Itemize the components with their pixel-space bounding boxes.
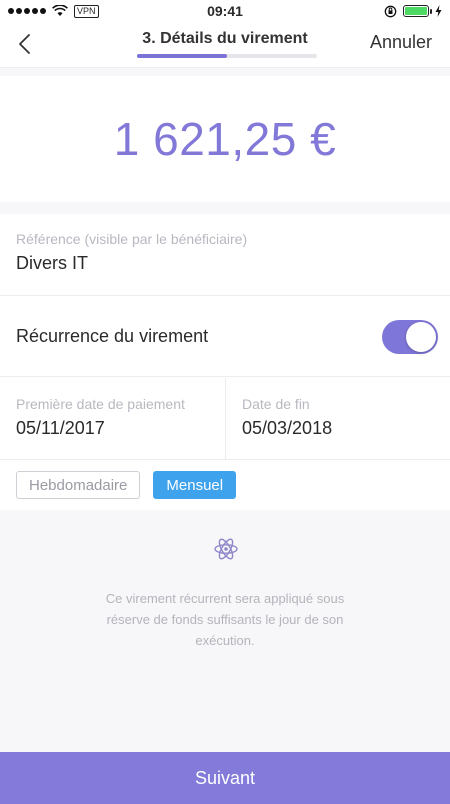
step-progress-bar (137, 54, 317, 58)
amount-card[interactable]: 1 621,25 € (0, 76, 450, 202)
first-payment-date-label: Première date de paiement (16, 396, 185, 412)
dates-row: Première date de paiement 05/11/2017 Dat… (0, 378, 450, 460)
frequency-selector: Hebdomadaire Mensuel (16, 471, 237, 499)
transfer-amount: 1 621,25 € (113, 113, 337, 165)
recurrence-toggle[interactable] (382, 319, 438, 354)
end-date-field[interactable]: Date de fin 05/03/2018 (225, 378, 450, 459)
status-time: 09:41 (207, 3, 243, 19)
reference-field[interactable]: Référence (visible par le bénéficiaire) … (0, 214, 450, 296)
end-date-label: Date de fin (242, 396, 310, 412)
atom-icon (214, 538, 238, 560)
transfer-form: Référence (visible par le bénéficiaire) … (0, 214, 450, 510)
toggle-knob (406, 321, 436, 352)
navigation-bar: 3. Détails du virement Annuler (0, 22, 450, 68)
battery-icon (403, 5, 432, 17)
end-date-value: 05/03/2018 (242, 418, 333, 438)
next-button[interactable]: Suivant (0, 752, 450, 804)
recurrence-label: Récurrence du virement (16, 326, 209, 346)
recurrence-disclaimer: Ce virement récurrent sera appliqué sous… (105, 591, 345, 648)
recurrence-row: Récurrence du virement (0, 297, 450, 377)
reference-value: Divers IT (16, 253, 88, 273)
frequency-weekly-button[interactable]: Hebdomadaire (16, 471, 141, 499)
frequency-monthly-button[interactable]: Mensuel (153, 471, 237, 499)
cancel-button[interactable]: Annuler (370, 32, 432, 53)
battery-level (405, 7, 427, 15)
step-progress-fill (137, 54, 227, 58)
info-section: Ce virement récurrent sera appliqué sous… (0, 510, 450, 752)
first-payment-date-field[interactable]: Première date de paiement 05/11/2017 (0, 378, 225, 459)
reference-label: Référence (visible par le bénéficiaire) (16, 231, 248, 247)
first-payment-date-value: 05/11/2017 (16, 418, 105, 438)
status-bar: VPN 09:41 (0, 0, 450, 22)
